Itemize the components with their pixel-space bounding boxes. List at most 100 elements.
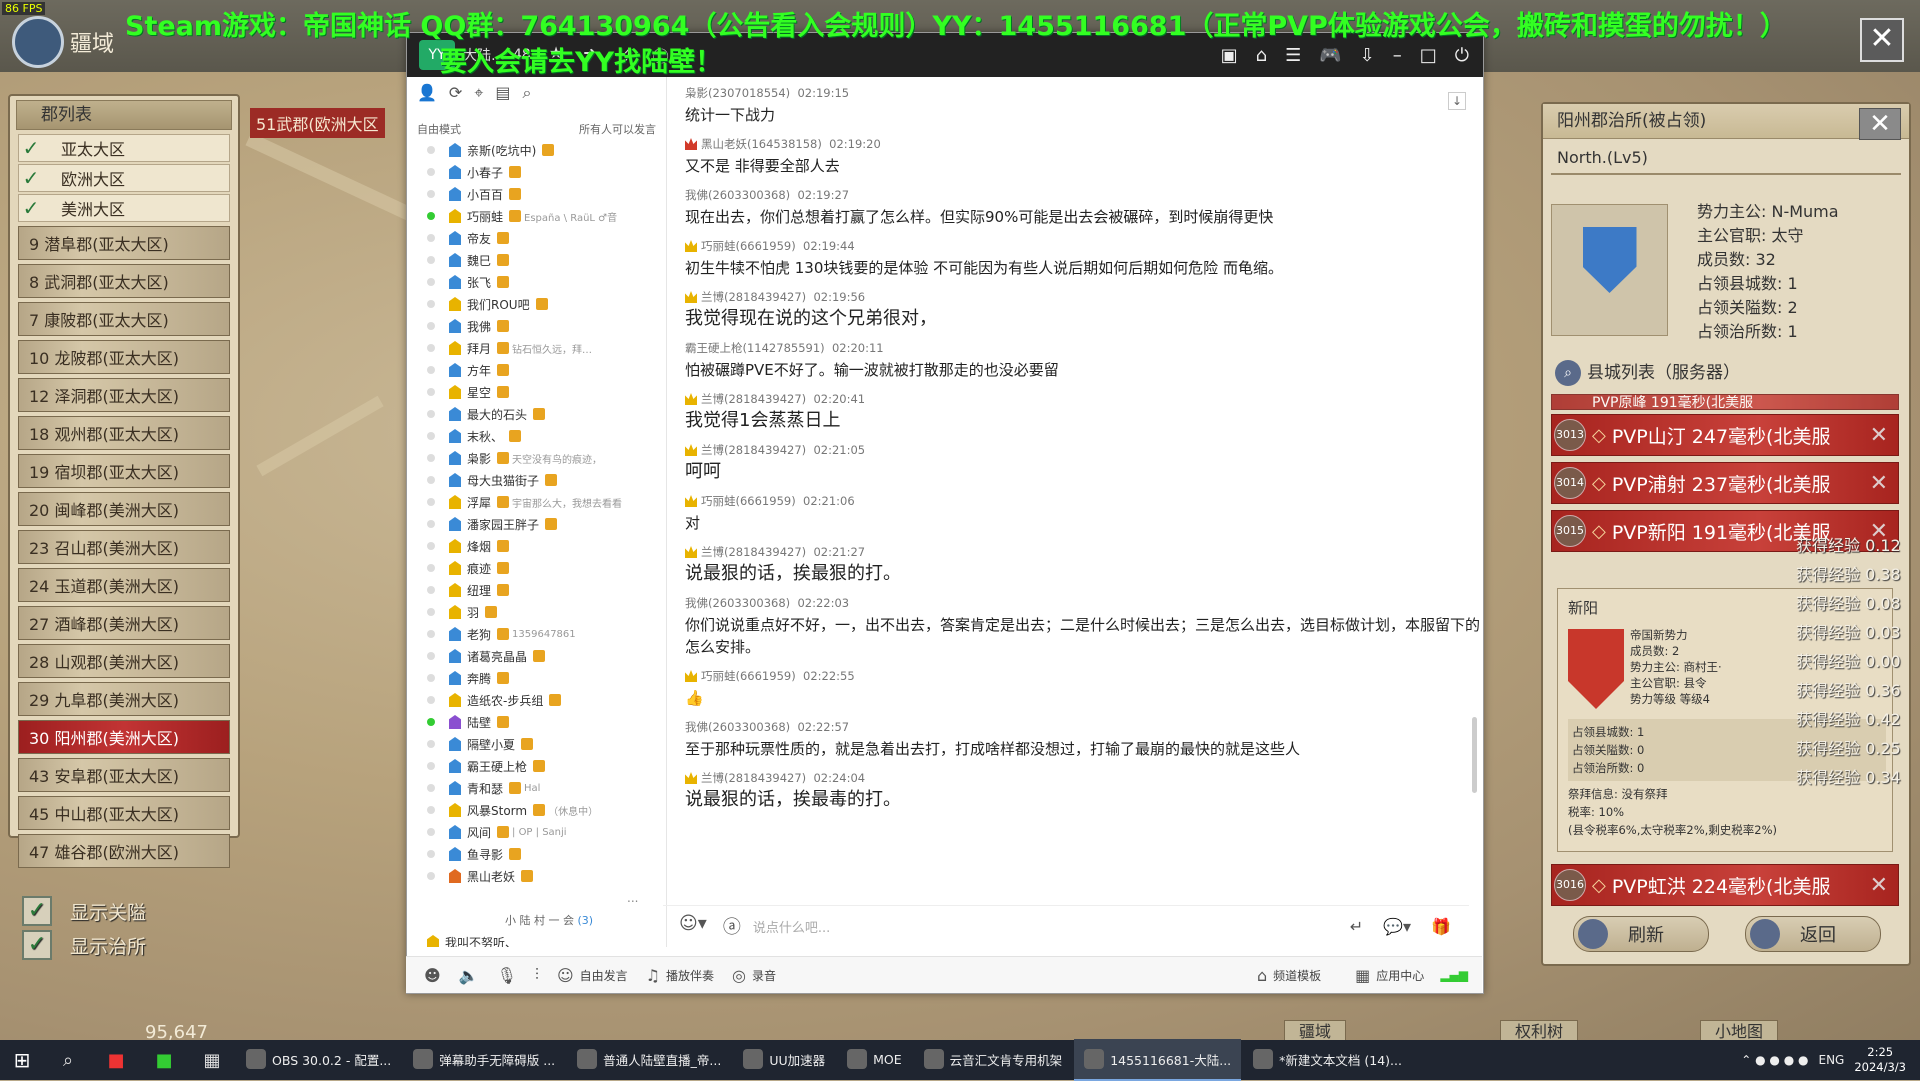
message-sender[interactable]: 兰博(2818439427) (701, 544, 806, 560)
county-row[interactable]: 28 山观郡(美洲大区) (18, 644, 230, 678)
swords-icon[interactable]: ✕ (1870, 471, 1888, 496)
message-sender[interactable]: 枭影(2307018554) (685, 85, 790, 101)
chat-input[interactable]: 说点什么吧... (753, 917, 830, 936)
message-scrollbar[interactable] (1472, 717, 1477, 793)
message-sender[interactable]: 兰博(2818439427) (701, 289, 806, 305)
county-row[interactable]: 24 玉道郡(美洲大区) (18, 568, 230, 602)
member-row[interactable]: 枭影 天空没有鸟的痕迹， (407, 447, 666, 469)
member-row[interactable]: 陆壁 (407, 711, 666, 733)
check-icon[interactable]: ✓ (19, 198, 43, 218)
check-icon[interactable]: ✓ (22, 930, 52, 960)
county-row[interactable]: 9 潜阜郡(亚太大区) (18, 226, 230, 260)
member-row[interactable]: 隔壁小夏 (407, 733, 666, 755)
show-passes-option[interactable]: ✓ 显示关隘 (22, 894, 146, 928)
county-row[interactable]: 27 酒峰郡(美洲大区) (18, 606, 230, 640)
member-row[interactable]: 造纸农-步兵组 (407, 689, 666, 711)
county-row[interactable]: 10 龙陂郡(亚太大区) (18, 340, 230, 374)
taskbar-app[interactable]: MOE (837, 1039, 912, 1079)
mic-icon[interactable]: 🎙 (497, 966, 517, 985)
member-row[interactable]: 巧丽蛙 España \ RaüL ♂音 (407, 205, 666, 227)
gift-icon[interactable]: 🎁 (1431, 917, 1451, 936)
message-sender[interactable]: 黑山老妖(164538158) (701, 136, 822, 152)
domain-emblem-icon[interactable] (12, 16, 64, 68)
member-row[interactable]: 亲斯(吃坑中) (407, 139, 666, 161)
minimize-icon[interactable]: – (1393, 45, 1402, 66)
member-row[interactable]: 烽烟 (407, 535, 666, 557)
county-row[interactable]: 20 闽峰郡(美洲大区) (18, 492, 230, 526)
taskbar-app[interactable]: 弹幕助手无障碍版 ... (403, 1039, 565, 1079)
member-row[interactable]: 浮犀 宇宙那么大，我想去看看 (407, 491, 666, 513)
calculator-icon[interactable]: ▦ (188, 1050, 236, 1071)
member-row[interactable]: 潘家园王胖子 (407, 513, 666, 535)
swords-icon[interactable]: ✕ (1870, 423, 1888, 448)
county-row[interactable]: 7 康陂郡(亚太大区) (18, 302, 230, 336)
member-row[interactable]: 魏巳 (407, 249, 666, 271)
check-icon[interactable]: ✓ (19, 168, 43, 188)
message-sender[interactable]: 兰博(2818439427) (701, 391, 806, 407)
power-icon[interactable]: ⏻ (1455, 45, 1469, 66)
free-speak-button[interactable]: ☺ 自由发言 (557, 966, 628, 985)
maximize-icon[interactable]: □ (1420, 45, 1437, 66)
member-row[interactable]: 青和瑟 Hal (407, 777, 666, 799)
download-icon[interactable]: ⇩ (1360, 45, 1375, 66)
member-row[interactable]: 霸王硬上枪 (407, 755, 666, 777)
member-row[interactable]: 风暴Storm （休息中） (407, 799, 666, 821)
server-row[interactable]: 3016 ◇ PVP虹洪 224毫秒(北美服 ✕ (1551, 864, 1899, 906)
member-row[interactable]: 我们ROU吧 (407, 293, 666, 315)
member-row[interactable]: 羽 (407, 601, 666, 623)
sub-channel-member[interactable]: 我叫不努听、 (407, 931, 666, 947)
taskbar-app[interactable]: 普通人陆壁直播_帝... (567, 1039, 731, 1079)
tray-icons[interactable]: ⌃ ● ● ● ● (1741, 1053, 1808, 1067)
county-row[interactable]: 47 雄谷郡(欧洲大区) (18, 834, 230, 868)
list-icon[interactable]: ☰ (1285, 45, 1301, 66)
server-row[interactable]: 3013 ◇ PVP山汀 247毫秒(北美服 ✕ (1551, 414, 1899, 456)
app-red-icon[interactable]: ■ (92, 1050, 140, 1071)
refresh-button[interactable]: 刷新 (1573, 916, 1709, 952)
more-members[interactable]: ... (407, 887, 666, 909)
region-row-europe[interactable]: ✓ 欧洲大区 (18, 164, 230, 192)
member-row[interactable]: 小百百 (407, 183, 666, 205)
taskbar-app[interactable]: UU加速器 (733, 1039, 835, 1079)
check-icon[interactable]: ✓ (22, 896, 52, 926)
member-row[interactable]: 星空 (407, 381, 666, 403)
scroll-down-icon[interactable]: ↓ (1448, 92, 1466, 110)
county-row[interactable]: 12 泽洞郡(亚太大区) (18, 378, 230, 412)
server-row-partial[interactable]: PVP原峰 191毫秒(北美服 (1551, 394, 1899, 410)
message-sender[interactable]: 兰博(2818439427) (701, 770, 806, 786)
check-icon[interactable]: ✓ (19, 138, 43, 158)
notes-icon[interactable]: ▤ (495, 83, 510, 113)
member-row[interactable]: 母大虫猫街子 (407, 469, 666, 491)
county-row[interactable]: 45 中山郡(亚太大区) (18, 796, 230, 830)
region-row-america[interactable]: ✓ 美洲大区 (18, 194, 230, 222)
server-row[interactable]: 3014 ◇ PVP浦射 237毫秒(北美服 ✕ (1551, 462, 1899, 504)
member-row[interactable]: 我佛 (407, 315, 666, 337)
member-row[interactable]: 小春子 (407, 161, 666, 183)
county-row[interactable]: 23 召山郡(美洲大区) (18, 530, 230, 564)
back-button[interactable]: 返回 (1745, 916, 1881, 952)
taskbar-app[interactable]: 1455116681-大陆... (1074, 1039, 1242, 1081)
taskbar-app[interactable]: *新建文本文档 (14)... (1243, 1039, 1412, 1079)
member-row[interactable]: 黑山老妖 (407, 865, 666, 887)
county-row[interactable]: 19 宿坝郡(亚太大区) (18, 454, 230, 488)
county-row[interactable]: 18 观州郡(亚太大区) (18, 416, 230, 450)
user-icon[interactable]: 👤 (417, 83, 437, 113)
search-icon[interactable]: ⌕ (522, 83, 531, 113)
taskbar-app[interactable]: OBS 30.0.2 - 配置... (236, 1039, 401, 1079)
message-sender[interactable]: 巧丽蛙(6661959) (701, 238, 796, 254)
member-row[interactable]: 痕迹 (407, 557, 666, 579)
location-icon[interactable]: ⌖ (474, 83, 483, 113)
search-icon[interactable]: ⌕ (44, 1050, 92, 1071)
channel-template-button[interactable]: ⌂ 频道模板 (1257, 966, 1321, 985)
record-button[interactable]: ◎ 录音 (732, 966, 776, 985)
speech-bubble-icon[interactable]: 💬▾ (1383, 917, 1411, 936)
message-sender[interactable]: 我佛(2603300368) (685, 595, 790, 611)
county-row[interactable]: 43 安阜郡(亚太大区) (18, 758, 230, 792)
message-sender[interactable]: 我佛(2603300368) (685, 187, 790, 203)
region-row-asia[interactable]: ✓ 亚太大区 (18, 134, 230, 162)
avatar[interactable]: ☻ (424, 966, 441, 985)
play-music-button[interactable]: ♫ 播放伴奏 (646, 966, 714, 985)
mention-icon[interactable]: ⓐ (723, 913, 741, 939)
refresh-icon[interactable]: ⟳ (449, 83, 462, 113)
app-center-button[interactable]: ▦ 应用中心 (1355, 966, 1424, 985)
message-sender[interactable]: 巧丽蛙(6661959) (701, 493, 796, 509)
